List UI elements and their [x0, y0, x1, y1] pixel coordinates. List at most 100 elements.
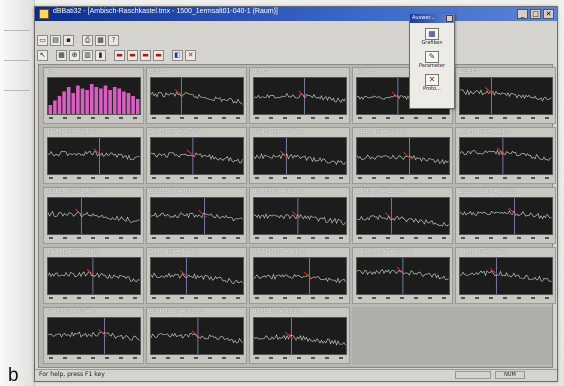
app-icon — [39, 9, 49, 19]
octave-panel[interactable]: 630Hz RT = 0.91 s — [146, 187, 247, 244]
tick-mark — [358, 117, 362, 119]
bars-icon[interactable]: ▮ — [95, 50, 106, 61]
layout-icon[interactable]: ▥ — [82, 50, 93, 61]
plot-svg — [151, 198, 243, 234]
decay-plot — [47, 137, 141, 175]
close-icon[interactable]: ✕ — [185, 50, 196, 61]
octave-panel[interactable]: 200Hz RT = 0.78 s — [146, 127, 247, 184]
ok-icon[interactable]: ◧ — [172, 50, 183, 61]
fit-line — [489, 267, 499, 276]
tick-mark — [358, 177, 362, 179]
axis-ticks — [150, 296, 244, 302]
tick-mark — [386, 297, 390, 299]
plot-svg — [460, 198, 552, 234]
status-bar: For help, press F1 key NUM — [35, 369, 557, 381]
tick-mark — [297, 117, 301, 119]
octave-panel[interactable]: 800Hz RT = 1.09 s — [249, 187, 350, 244]
tick-mark — [545, 237, 549, 239]
plot-svg — [254, 258, 346, 294]
title-bar[interactable]: dBBati32 - [Ambisch-Raschkastel.tmx - 15… — [35, 7, 557, 21]
tick-mark — [152, 297, 156, 299]
decay-plot — [47, 197, 141, 235]
octave-panel[interactable]: 6.3 kHz RT = 0.92 s — [146, 307, 247, 364]
octave-panel[interactable]: RT — [43, 67, 144, 124]
octave-panel[interactable]: 5 kHz RT = 0.94 s — [43, 307, 144, 364]
new-file-icon[interactable]: ▭ — [37, 35, 48, 46]
chart-icon[interactable]: ▦ — [95, 35, 106, 46]
octave-panel[interactable]: 315Hz RT = 0.98 s — [352, 127, 453, 184]
minimize-button[interactable]: _ — [517, 9, 528, 19]
rt-bar — [85, 90, 89, 114]
tick-mark — [517, 237, 521, 239]
octave-panel[interactable]: 1.25 kHz RT = 1.38 s — [455, 187, 556, 244]
tick-mark — [517, 297, 521, 299]
chart-red-icon[interactable]: ▬ — [114, 50, 125, 61]
tick-mark — [119, 297, 123, 299]
tick-mark — [91, 177, 95, 179]
status-text: For help, press F1 key — [39, 371, 105, 378]
close-button[interactable]: ✕ — [543, 9, 554, 19]
octave-panel[interactable]: 80Hz — [249, 67, 350, 124]
tick-mark — [400, 117, 404, 119]
tick-mark — [283, 177, 287, 179]
decay-plot — [150, 257, 244, 295]
panel-label: 1 kHz RT = 1.12 s — [356, 189, 404, 195]
chart-red-icon-2[interactable]: ▬ — [127, 50, 138, 61]
maximize-button[interactable]: □ — [530, 9, 541, 19]
tick-mark — [489, 237, 493, 239]
octave-panel[interactable]: 63Hz — [146, 67, 247, 124]
octave-panel[interactable]: 400Hz RT = 1.14 s — [455, 127, 556, 184]
tick-mark — [531, 117, 535, 119]
tick-mark — [166, 117, 170, 119]
octave-panel[interactable]: 8 kHz RT = 0.83 s — [249, 307, 350, 364]
help-icon[interactable]: ? — [108, 35, 119, 46]
zoom-icon[interactable]: ⊕ — [69, 50, 80, 61]
octave-panel[interactable]: 3.15 kHz RT = 0.99 s — [352, 247, 453, 304]
evaluation-panel-title[interactable]: Auswer... — [410, 14, 454, 23]
tick-mark — [372, 117, 376, 119]
tick-mark — [105, 117, 109, 119]
cursor-icon[interactable]: ↖ — [37, 50, 48, 61]
tick-mark — [386, 237, 390, 239]
evaluation-panel: Auswer... ▦ Grafiken ✎ Parameter ✕ Proto… — [409, 13, 455, 109]
graphics-button[interactable]: ▦ Grafiken — [410, 28, 454, 46]
chart-red-icon-4[interactable]: ▬ — [153, 50, 164, 61]
octave-panel[interactable]: 2.5 kHz RT = 1.19 s — [249, 247, 350, 304]
status-cell-1 — [455, 371, 491, 379]
tick-mark — [414, 297, 418, 299]
tick-mark — [133, 177, 137, 179]
tick-mark — [325, 297, 329, 299]
panel-label: 4 kHz RT = 1.10 s — [459, 249, 507, 255]
open-file-icon[interactable]: ▤ — [50, 35, 61, 46]
octave-panel[interactable]: 250Hz RT = 0.62 s — [249, 127, 350, 184]
parameter-button[interactable]: ✎ Parameter — [410, 51, 454, 69]
tick-mark — [152, 177, 156, 179]
decay-plot — [459, 137, 553, 175]
tick-mark — [105, 297, 109, 299]
chart-red-icon-3[interactable]: ▬ — [140, 50, 151, 61]
octave-panel[interactable]: 160Hz RT = 0.12 s — [43, 127, 144, 184]
octave-panel[interactable]: 500Hz RT = 1.46 s — [43, 187, 144, 244]
decay-trace — [460, 210, 552, 220]
octave-panel[interactable]: 2 kHz RT = 1.10 s — [146, 247, 247, 304]
rt-bar — [103, 85, 108, 114]
panel-label: 8 kHz RT = 0.83 s — [253, 309, 301, 315]
tick-mark — [63, 237, 67, 239]
rt-bar — [62, 91, 66, 114]
tick-mark — [531, 297, 535, 299]
tick-mark — [133, 297, 137, 299]
octave-panel[interactable]: 1 kHz RT = 1.12 s — [352, 187, 453, 244]
print-icon[interactable]: ⎙ — [82, 35, 93, 46]
octave-panel[interactable]: 4 kHz RT = 1.10 s — [455, 247, 556, 304]
tick-mark — [442, 237, 446, 239]
axis-ticks — [356, 236, 450, 242]
protocol-button[interactable]: ✕ Proto... — [410, 74, 454, 92]
tick-mark — [442, 117, 446, 119]
octave-panel[interactable]: 125Hz — [455, 67, 556, 124]
tick-mark — [180, 297, 184, 299]
octave-panel[interactable]: 1.6 kHz RT = 1.06 s — [43, 247, 144, 304]
rt-bar — [53, 100, 57, 114]
save-icon[interactable]: ▪ — [63, 35, 74, 46]
grid-icon[interactable]: ▦ — [56, 50, 67, 61]
close-icon[interactable] — [446, 15, 453, 22]
